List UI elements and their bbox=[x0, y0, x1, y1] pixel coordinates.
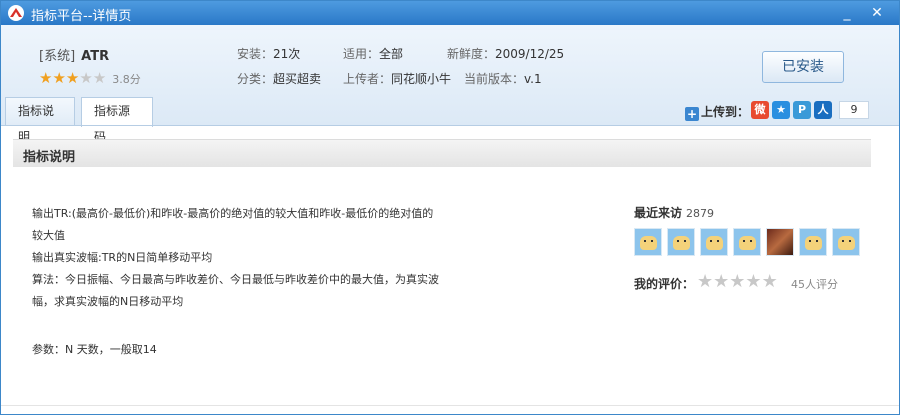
params-line: 参数：N 天数，一般取14 bbox=[32, 343, 157, 356]
visitor-avatar[interactable] bbox=[832, 228, 860, 256]
installs-info: 安装：21次 bbox=[237, 47, 301, 61]
tab-divider bbox=[1, 125, 899, 126]
visitor-avatar[interactable] bbox=[667, 228, 695, 256]
visitor-avatar[interactable] bbox=[634, 228, 662, 256]
star-empty-icon[interactable]: ★ bbox=[697, 271, 713, 292]
share-qzone-icon[interactable]: ★ bbox=[772, 101, 790, 119]
visitor-count: 2879 bbox=[686, 207, 715, 220]
share-p-icon[interactable]: P bbox=[793, 101, 811, 119]
star-empty-icon[interactable]: ★ bbox=[762, 271, 778, 292]
title-bar: 指标平台--详情页 _ ✕ bbox=[1, 1, 899, 25]
star-empty-icon[interactable]: ★ bbox=[745, 271, 761, 292]
description-line: 幅，求真实波幅的N日移动平均 bbox=[32, 295, 184, 308]
visitor-avatar[interactable] bbox=[700, 228, 728, 256]
plus-icon: + bbox=[685, 107, 699, 121]
uploader-info: 上传者：同花顺小牛 bbox=[343, 72, 452, 86]
upload-label: + 上传到： bbox=[685, 105, 750, 121]
rating-score: 3.8分 bbox=[112, 73, 141, 86]
star-empty-icon: ★ bbox=[92, 69, 107, 87]
tab-indicator-description[interactable]: 指标说明 bbox=[5, 97, 75, 144]
star-empty-icon: ★ bbox=[79, 69, 93, 87]
bottom-divider bbox=[1, 405, 899, 406]
app-name: [系统] ATR bbox=[39, 45, 109, 64]
indicator-name: ATR bbox=[81, 49, 110, 64]
my-rating-stars[interactable]: ★★★★★ bbox=[697, 271, 778, 292]
rating-count: 45人评分 bbox=[791, 278, 838, 291]
applies-info: 适用：全部 bbox=[343, 47, 404, 61]
star-icon: ★ bbox=[65, 69, 80, 87]
description-line: 较大值 bbox=[32, 229, 65, 242]
star-icon: ★ bbox=[39, 69, 53, 87]
section-title: 指标说明 bbox=[23, 150, 76, 165]
visitor-avatar[interactable] bbox=[733, 228, 761, 256]
system-tag: [系统] bbox=[39, 49, 76, 64]
freshness-info: 新鲜度：2009/12/25 bbox=[447, 47, 565, 61]
main-window: 指标平台--详情页 _ ✕ [系统] ATR ★★★★★ 3.8分 安装：21次 适… bbox=[0, 0, 900, 415]
section-header: 指标说明 bbox=[13, 139, 871, 167]
share-renren-icon[interactable]: 人 bbox=[814, 101, 832, 119]
recent-visitors-title: 最近来访 2879 bbox=[634, 206, 715, 220]
visitor-avatar[interactable] bbox=[766, 228, 794, 256]
visitor-avatar[interactable] bbox=[799, 228, 827, 256]
rating-stars: ★★★★★ 3.8分 bbox=[39, 69, 141, 87]
category-info: 分类：超买超卖 bbox=[237, 72, 322, 86]
installed-button[interactable]: 已安装 bbox=[762, 51, 844, 83]
description-line: 输出真实波幅:TR的N日简单移动平均 bbox=[32, 251, 213, 264]
app-logo-icon bbox=[8, 5, 24, 21]
tab-indicator-source[interactable]: 指标源码 bbox=[81, 97, 153, 144]
close-icon[interactable]: ✕ bbox=[867, 3, 887, 23]
star-empty-icon[interactable]: ★ bbox=[729, 271, 745, 292]
star-empty-icon[interactable]: ★ bbox=[713, 271, 729, 292]
description-line: 输出TR:(最高价-最低价)和昨收-最高价的绝对值的较大值和昨收-最低价的绝对值… bbox=[32, 207, 434, 220]
share-count: 9 bbox=[839, 101, 869, 119]
window-title: 指标平台--详情页 bbox=[31, 9, 132, 24]
version-info: 当前版本：v.1 bbox=[464, 72, 542, 86]
my-rating-label: 我的评价： bbox=[634, 277, 695, 291]
minimize-icon[interactable]: _ bbox=[837, 3, 857, 23]
description-line: 算法：今日振幅、今日最高与昨收差价、今日最低与昨收差价中的最大值，为真实波 bbox=[32, 273, 439, 286]
star-icon: ★ bbox=[52, 69, 66, 87]
share-weibo-icon[interactable]: 微 bbox=[751, 101, 769, 119]
